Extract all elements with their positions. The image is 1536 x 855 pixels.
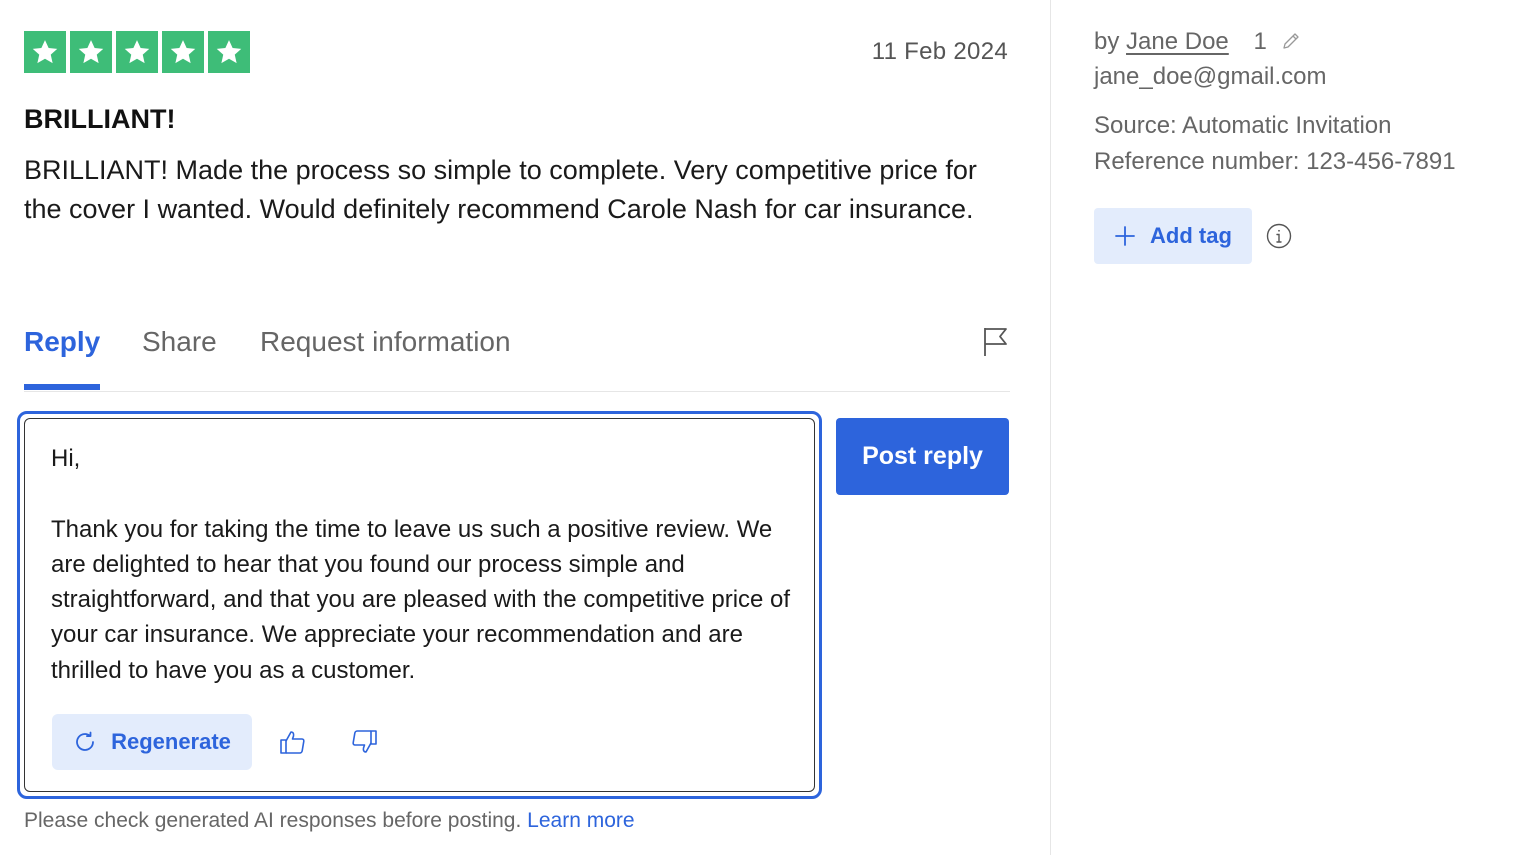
reviewer-line: by Jane Doe 1 (1094, 28, 1301, 56)
reviewer-name-link[interactable]: Jane Doe (1126, 28, 1229, 55)
reply-textarea[interactable]: Hi, Thank you for taking the time to lea… (51, 441, 791, 688)
star-icon (208, 31, 250, 73)
star-icon (116, 31, 158, 73)
column-divider (1050, 0, 1051, 855)
refresh-icon (73, 730, 97, 754)
regenerate-label: Regenerate (111, 729, 231, 754)
add-tag-label: Add tag (1150, 223, 1232, 248)
review-reply-page: 11 Feb 2024 BRILLIANT! BRILLIANT! Made t… (0, 0, 1536, 855)
thumbs-up-icon[interactable] (279, 728, 307, 756)
active-tab-indicator (24, 384, 100, 390)
tab-request-information[interactable]: Request information (260, 326, 511, 358)
flag-icon[interactable] (982, 326, 1010, 358)
star-icon (70, 31, 112, 73)
learn-more-link[interactable]: Learn more (527, 809, 634, 832)
ai-disclaimer: Please check generated AI responses befo… (24, 809, 635, 833)
reviewer-email: jane_doe@gmail.com (1094, 63, 1327, 90)
review-body: BRILLIANT! Made the process so simple to… (24, 155, 977, 224)
reply-editor-focus-ring: Hi, Thank you for taking the time to lea… (17, 411, 822, 799)
disclaimer-text: Please check generated AI responses befo… (24, 809, 522, 832)
pencil-icon[interactable] (1281, 31, 1301, 51)
by-prefix: by (1094, 28, 1120, 55)
star-rating (24, 31, 250, 73)
plus-icon (1114, 225, 1136, 247)
thumbs-down-icon[interactable] (350, 728, 378, 756)
tab-share[interactable]: Share (142, 326, 217, 358)
review-date: 11 Feb 2024 (871, 38, 1008, 65)
post-reply-button[interactable]: Post reply (836, 418, 1009, 495)
action-tabs: Reply Share Request information (24, 320, 1010, 392)
info-icon[interactable] (1266, 223, 1292, 249)
reviewer-sidebar: by Jane Doe 1 jane_doe@gmail.com Source:… (1094, 0, 1524, 855)
star-icon (24, 31, 66, 73)
reference-number: Reference number: 123-456-7891 (1094, 148, 1456, 175)
review-source: Source: Automatic Invitation (1094, 112, 1392, 139)
review-title: BRILLIANT! (24, 104, 176, 134)
review-main-panel: 11 Feb 2024 BRILLIANT! BRILLIANT! Made t… (17, 0, 1010, 855)
review-count: 1 (1253, 28, 1267, 55)
add-tag-button[interactable]: Add tag (1094, 208, 1252, 264)
star-icon (162, 31, 204, 73)
reply-editor[interactable]: Hi, Thank you for taking the time to lea… (24, 418, 815, 792)
tab-reply[interactable]: Reply (24, 326, 100, 358)
regenerate-button[interactable]: Regenerate (52, 714, 252, 770)
